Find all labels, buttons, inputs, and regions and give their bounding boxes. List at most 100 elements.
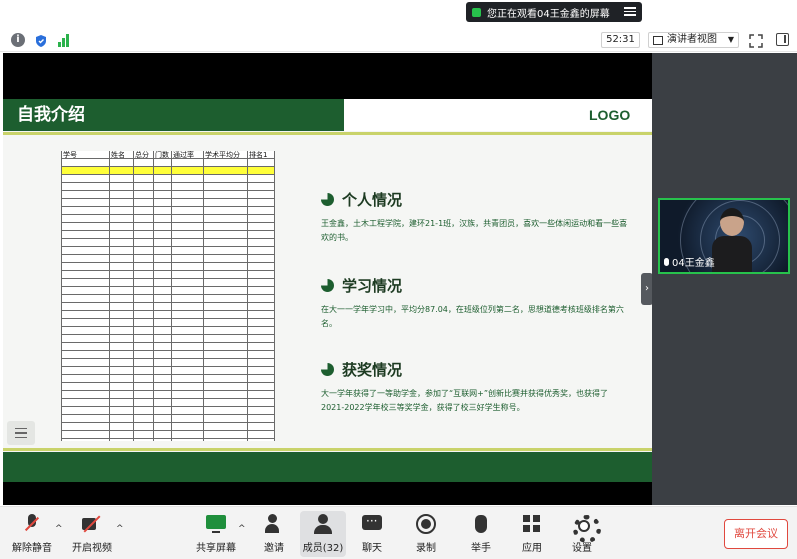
participant-name-label: 04王金鑫	[672, 258, 715, 269]
table-column-line	[171, 151, 172, 441]
table-column-line	[153, 151, 154, 441]
participant-name: 04王金鑫	[664, 254, 715, 269]
apps-label: 应用	[522, 543, 542, 554]
chat-label: 聊天	[362, 543, 382, 554]
table-row	[61, 407, 275, 415]
table-row	[61, 367, 275, 375]
table-row	[61, 191, 275, 199]
table-row	[61, 327, 275, 335]
hand-icon	[470, 513, 492, 535]
record-button[interactable]: 录制	[408, 511, 444, 557]
section-awards: 获奖情况 大一学年获得了一等助学金，参加了“互联网+”创新比赛并获得优秀奖，也获…	[321, 359, 641, 415]
table-column-line	[247, 151, 248, 441]
section-body: 在大一一学年学习中，平均分87.04，在班级位列第二名，思想道德考核班级排名第六…	[321, 305, 624, 328]
apps-button[interactable]: 应用	[514, 511, 550, 557]
slide-footer	[3, 452, 652, 482]
unmute-button[interactable]: 解除静音	[10, 511, 54, 557]
pie-chart-icon	[321, 363, 334, 376]
chevron-up-icon[interactable]: ^	[55, 524, 63, 534]
table-row	[61, 311, 275, 319]
chevron-up-icon[interactable]: ^	[116, 524, 124, 534]
slide-logo: LOGO	[589, 107, 631, 123]
video-panel	[652, 53, 797, 505]
leave-meeting-button[interactable]: 离开会议	[724, 519, 788, 549]
table-row	[61, 167, 275, 175]
presentation-slide: 自我介绍 LOGO 学号 姓名 总分 门数 通过率 学术平均分 排名1 个人情况 王金鑫，土…	[3, 99, 652, 482]
meeting-info-icon[interactable]: i	[11, 33, 25, 47]
table-row	[61, 231, 275, 239]
unmute-label: 解除静音	[12, 543, 52, 554]
record-icon	[415, 513, 437, 535]
table-row	[61, 343, 275, 351]
fullscreen-icon[interactable]	[749, 33, 763, 48]
table-row	[61, 207, 275, 215]
presenter-view-icon	[653, 35, 663, 45]
table-column-line	[61, 151, 62, 441]
meeting-window: 您正在观看04王金鑫的屏幕 i 52:31 演讲者视图 ▼ 自我介绍 LOGO	[0, 0, 797, 559]
table-row	[61, 239, 275, 247]
table-row	[61, 279, 275, 287]
table-row	[61, 287, 275, 295]
table-row	[61, 375, 275, 383]
table-row	[61, 351, 275, 359]
chevron-up-icon[interactable]: ^	[238, 524, 246, 534]
section-heading: 获奖情况	[342, 361, 403, 379]
table-row	[61, 263, 275, 271]
table-row	[61, 175, 275, 183]
raise-hand-label: 举手	[471, 543, 491, 554]
chevron-down-icon: ▼	[727, 35, 734, 44]
table-row	[61, 255, 275, 263]
table-row	[61, 215, 275, 223]
start-video-button[interactable]: 开启视频	[70, 511, 114, 557]
section-personal: 个人情况 王金鑫，土木工程学院，建环21-1班，汉族，共青团员，喜欢一些体闲运动…	[321, 189, 641, 245]
slide-title: 自我介绍	[3, 99, 344, 131]
settings-button[interactable]: 设置	[564, 511, 601, 557]
table-row	[61, 223, 275, 231]
participant-video	[712, 206, 752, 272]
share-screen-label: 共享屏幕	[196, 543, 236, 554]
section-body: 大一学年获得了一等助学金，参加了“互联网+”创新比赛并获得优秀奖，也获得了202…	[321, 389, 608, 412]
table-column-line	[109, 151, 110, 441]
share-screen-icon	[205, 513, 227, 535]
security-shield-icon[interactable]	[34, 33, 48, 47]
microphone-icon	[664, 257, 669, 266]
raise-hand-button[interactable]: 举手	[463, 511, 499, 557]
pie-chart-icon	[321, 279, 334, 292]
section-study: 学习情况 在大一一学年学习中，平均分87.04，在班级位列第二名，思想道德考核班…	[321, 275, 641, 331]
invite-label: 邀请	[264, 543, 284, 554]
share-screen-button[interactable]: 共享屏幕	[194, 511, 238, 557]
participant-video-tile[interactable]: 04王金鑫	[658, 198, 790, 274]
table-row	[61, 295, 275, 303]
table-row	[61, 183, 275, 191]
apps-grid-icon	[521, 513, 543, 535]
record-label: 录制	[416, 543, 436, 554]
share-banner-menu-icon[interactable]	[624, 5, 636, 18]
table-row	[61, 199, 275, 207]
section-heading: 个人情况	[342, 191, 403, 209]
grades-table-image: 学号 姓名 总分 门数 通过率 学术平均分 排名1	[61, 151, 275, 441]
top-toolbar: i 52:31 演讲者视图 ▼	[0, 28, 797, 52]
table-column-line	[274, 151, 275, 441]
table-row	[61, 423, 275, 431]
chat-button[interactable]: 聊天	[354, 511, 390, 557]
section-heading: 学习情况	[342, 277, 403, 295]
pie-chart-icon	[321, 193, 334, 206]
network-signal-icon[interactable]	[58, 33, 72, 47]
table-column-line	[133, 151, 134, 441]
shared-screen-view: 自我介绍 LOGO 学号 姓名 总分 门数 通过率 学术平均分 排名1 个人情况 王金鑫，土…	[3, 53, 653, 505]
table-row	[61, 319, 275, 327]
screen-share-indicator-icon	[472, 7, 481, 17]
invite-button[interactable]: 邀请	[256, 511, 292, 557]
microphone-muted-icon	[21, 513, 43, 535]
add-user-icon	[263, 513, 285, 535]
table-row	[61, 335, 275, 343]
table-row	[61, 303, 275, 311]
slide-menu-button[interactable]	[7, 421, 35, 445]
members-button[interactable]: 成员(32)	[300, 511, 346, 557]
slide-header: 自我介绍 LOGO	[3, 99, 652, 131]
sidebar-toggle-icon[interactable]	[776, 33, 789, 46]
table-row	[61, 271, 275, 279]
footer-divider	[3, 448, 652, 451]
presenter-view-dropdown[interactable]: 演讲者视图 ▼	[648, 32, 739, 48]
meeting-timer: 52:31	[601, 32, 640, 48]
